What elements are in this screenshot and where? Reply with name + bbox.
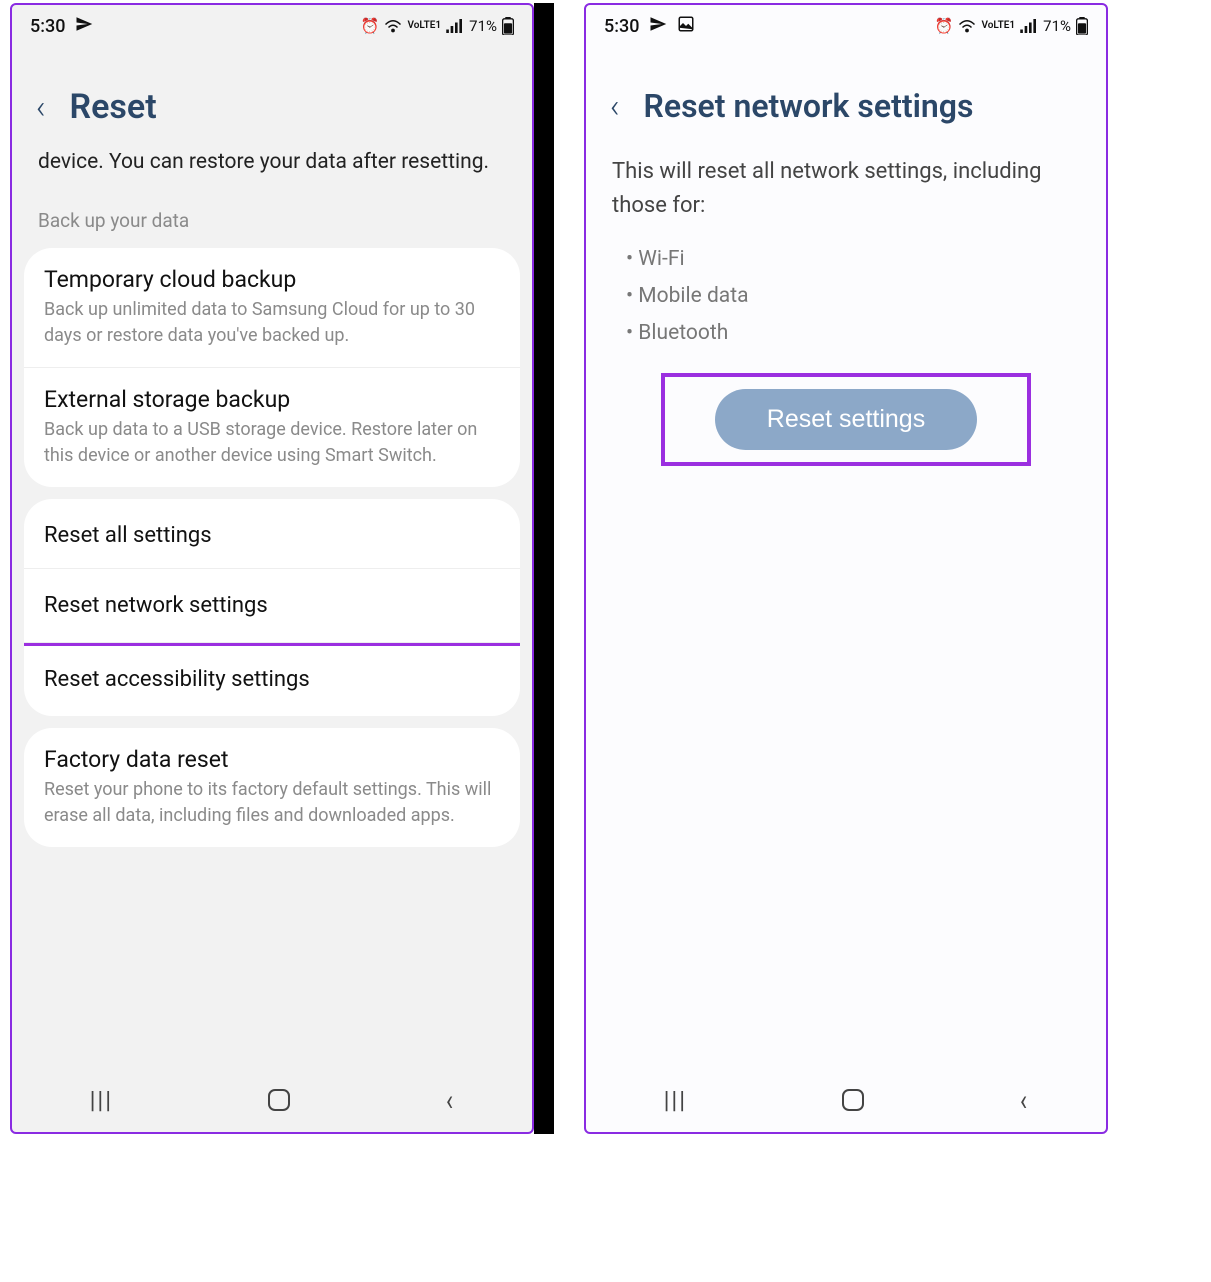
nav-recent-icon[interactable]: ||| bbox=[90, 1086, 114, 1114]
page-title: Reset network settings bbox=[644, 87, 974, 125]
battery-icon bbox=[1076, 17, 1088, 35]
item-title: Reset all settings bbox=[44, 517, 500, 554]
page-header: ‹ Reset network settings bbox=[586, 47, 1106, 145]
wifi-icon bbox=[384, 19, 402, 33]
bullet-mobile-data: Mobile data bbox=[626, 278, 1080, 315]
item-title: Factory data reset bbox=[44, 746, 500, 773]
back-icon[interactable]: ‹ bbox=[36, 88, 46, 126]
status-bar: 5:30 ⏰ VoLTE1 71% bbox=[586, 5, 1106, 47]
item-sub: Back up data to a USB storage device. Re… bbox=[44, 417, 500, 469]
nav-home-icon[interactable] bbox=[268, 1089, 290, 1111]
volte-icon: VoLTE1 bbox=[407, 21, 441, 31]
alarm-icon: ⏰ bbox=[935, 17, 954, 35]
status-bar: 5:30 ⏰ VoLTE1 71% bbox=[12, 5, 532, 47]
volte-icon: VoLTE1 bbox=[981, 21, 1015, 31]
phone-screen-right: 5:30 ⏰ VoLTE1 71% ‹ Reset network set bbox=[584, 3, 1108, 1134]
item-external-backup[interactable]: External storage backup Back up data to … bbox=[24, 367, 520, 487]
nav-bar: ||| ‹ bbox=[586, 1068, 1106, 1132]
nav-back-icon[interactable]: ‹ bbox=[446, 1083, 453, 1118]
reset-card: Reset all settings Reset network setting… bbox=[24, 499, 520, 716]
reset-intro: This will reset all network settings, in… bbox=[586, 145, 1106, 229]
item-factory-reset[interactable]: Factory data reset Reset your phone to i… bbox=[24, 728, 520, 847]
status-time: 5:30 bbox=[30, 16, 65, 37]
reset-button-highlight: Reset settings bbox=[661, 373, 1031, 466]
telegram-icon bbox=[75, 15, 93, 38]
bullet-wifi: Wi-Fi bbox=[626, 241, 1080, 278]
backup-card: Temporary cloud backup Back up unlimited… bbox=[24, 248, 520, 487]
bullet-bluetooth: Bluetooth bbox=[626, 315, 1080, 352]
alarm-icon: ⏰ bbox=[361, 17, 380, 35]
item-title: Reset accessibility settings bbox=[44, 661, 500, 698]
item-title: Temporary cloud backup bbox=[44, 266, 500, 293]
item-sub: Reset your phone to its factory default … bbox=[44, 777, 500, 829]
item-reset-all[interactable]: Reset all settings bbox=[24, 499, 520, 572]
screens-divider bbox=[534, 3, 554, 1134]
factory-card: Factory data reset Reset your phone to i… bbox=[24, 728, 520, 847]
wifi-icon bbox=[958, 19, 976, 33]
item-reset-accessibility[interactable]: Reset accessibility settings bbox=[24, 642, 520, 716]
section-backup-label: Back up your data bbox=[12, 187, 532, 242]
telegram-icon bbox=[649, 15, 667, 38]
signal-icon bbox=[446, 19, 464, 33]
back-icon[interactable]: ‹ bbox=[610, 87, 620, 125]
status-time: 5:30 bbox=[604, 16, 639, 37]
signal-icon bbox=[1020, 19, 1038, 33]
item-title: Reset network settings bbox=[44, 587, 500, 624]
item-sub: Back up unlimited data to Samsung Cloud … bbox=[44, 297, 500, 349]
intro-text: device. You can restore your data after … bbox=[12, 147, 532, 187]
nav-bar: ||| ‹ bbox=[12, 1068, 532, 1132]
item-cloud-backup[interactable]: Temporary cloud backup Back up unlimited… bbox=[24, 248, 520, 367]
gallery-icon bbox=[677, 15, 695, 38]
nav-back-icon[interactable]: ‹ bbox=[1020, 1083, 1027, 1118]
nav-recent-icon[interactable]: ||| bbox=[664, 1086, 688, 1114]
page-title: Reset bbox=[70, 87, 157, 127]
battery-icon bbox=[502, 17, 514, 35]
battery-percent: 71% bbox=[469, 17, 497, 35]
item-reset-network[interactable]: Reset network settings bbox=[24, 568, 520, 646]
reset-settings-button[interactable]: Reset settings bbox=[715, 389, 977, 450]
item-title: External storage backup bbox=[44, 386, 500, 413]
phone-screen-left: 5:30 ⏰ VoLTE1 71% ‹ Reset device. You ca… bbox=[10, 3, 534, 1134]
nav-home-icon[interactable] bbox=[842, 1089, 864, 1111]
battery-percent: 71% bbox=[1043, 17, 1071, 35]
reset-bullets: Wi-Fi Mobile data Bluetooth bbox=[586, 229, 1106, 363]
page-header: ‹ Reset bbox=[12, 47, 532, 147]
